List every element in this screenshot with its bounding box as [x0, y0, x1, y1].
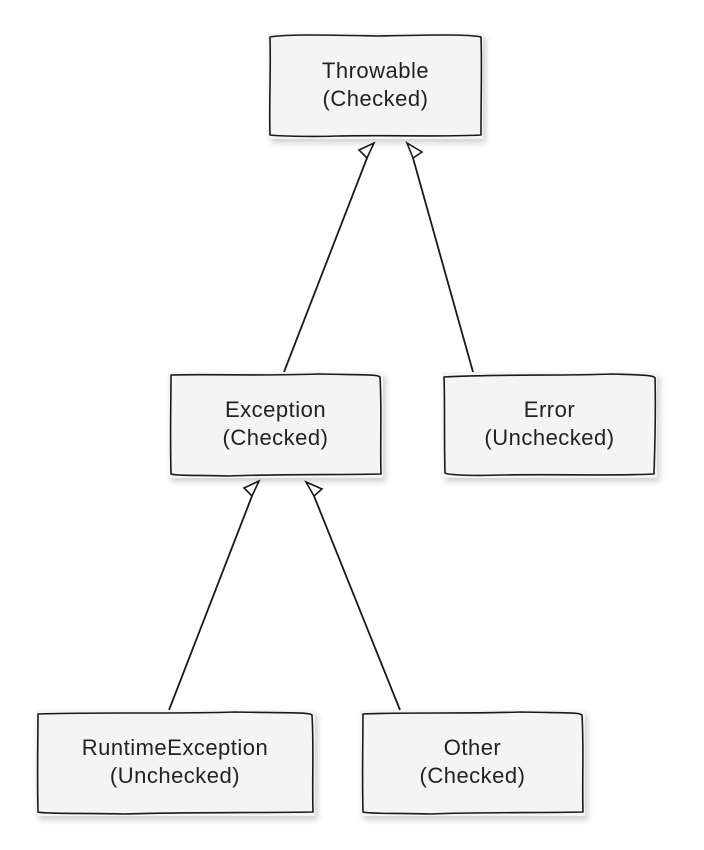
node-subtitle: (Unchecked): [110, 763, 240, 789]
node-subtitle: (Checked): [323, 86, 429, 112]
edge-exception-to-throwable: [284, 143, 374, 372]
node-exception: Exception (Checked): [168, 372, 383, 478]
node-title: Throwable: [322, 58, 429, 84]
node-subtitle: (Checked): [223, 425, 329, 451]
node-throwable: Throwable (Checked): [268, 33, 483, 139]
node-title: Error: [524, 397, 575, 423]
node-runtime-exception: RuntimeException (Unchecked): [35, 710, 315, 816]
node-subtitle: (Unchecked): [484, 425, 614, 451]
node-other: Other (Checked): [360, 710, 585, 816]
node-title: Exception: [225, 397, 326, 423]
edge-error-to-throwable: [407, 143, 473, 372]
edge-other-to-exception: [306, 482, 400, 710]
edge-runtime-to-exception: [169, 481, 259, 710]
class-hierarchy-diagram: Throwable (Checked) Exception (Checked) …: [0, 0, 704, 850]
node-error: Error (Unchecked): [442, 372, 657, 478]
node-subtitle: (Checked): [420, 763, 526, 789]
node-title: Other: [444, 735, 502, 761]
node-title: RuntimeException: [82, 735, 269, 761]
